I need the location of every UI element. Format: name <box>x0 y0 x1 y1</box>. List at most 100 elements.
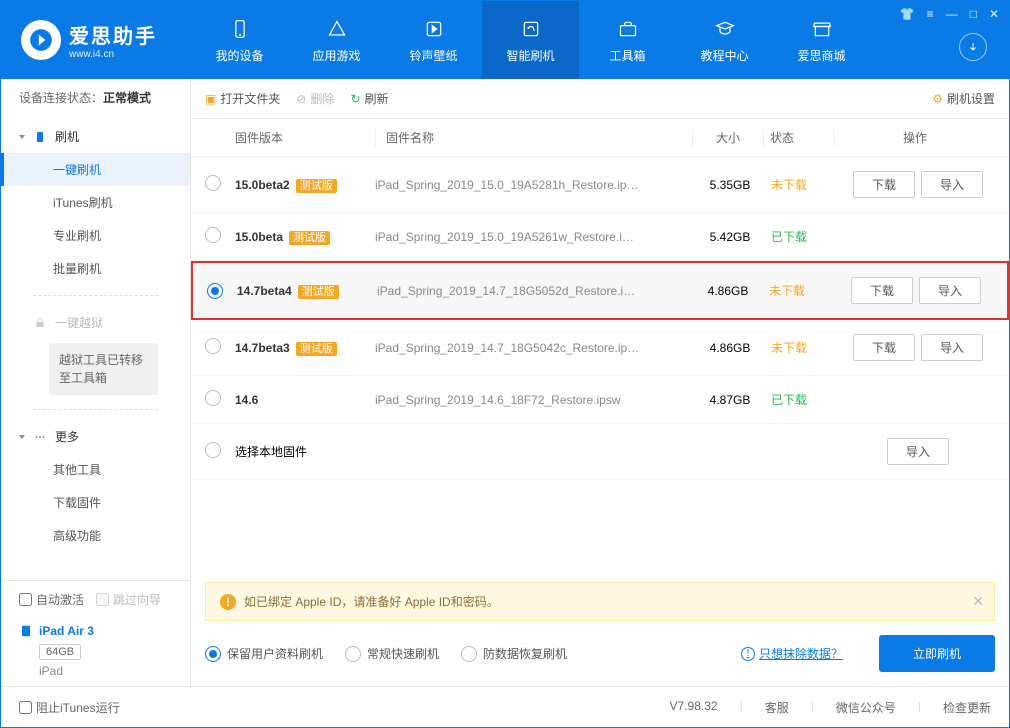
flash-icon <box>519 17 543 41</box>
sidebar-item-advanced[interactable]: 高级功能 <box>1 519 190 552</box>
wechat-link[interactable]: 微信公众号 <box>836 699 896 716</box>
refresh-button[interactable]: ↻刷新 <box>350 90 388 107</box>
nav-my-device[interactable]: 我的设备 <box>191 1 288 79</box>
warning-icon: ! <box>220 594 236 610</box>
radio <box>461 646 477 662</box>
beta-badge: 测试版 <box>298 285 339 299</box>
sidebar-item-download[interactable]: 下载固件 <box>1 486 190 519</box>
firmware-version: 14.6 <box>235 393 258 407</box>
more-icon <box>33 430 47 444</box>
header: 爱思助手 www.i4.cn 我的设备 应用游戏 铃声壁纸 智能刷机 工具箱 教… <box>1 1 1009 79</box>
firmware-row[interactable]: 14.6iPad_Spring_2019_14.6_18F72_Restore.… <box>191 376 1009 424</box>
download-button[interactable]: 下载 <box>853 171 915 198</box>
download-button[interactable]: 下载 <box>851 277 913 304</box>
check-update-link[interactable]: 检查更新 <box>943 699 991 716</box>
firmware-status: 已下载 <box>765 228 835 245</box>
sidebar-item-pro[interactable]: 专业刷机 <box>1 219 190 252</box>
firmware-size: 4.86GB <box>695 341 765 355</box>
radio <box>205 646 221 662</box>
logo-url: www.i4.cn <box>69 49 157 60</box>
firmware-size: 5.42GB <box>695 230 765 244</box>
nav-ringtone[interactable]: 铃声壁纸 <box>385 1 482 79</box>
firmware-row[interactable]: 14.7beta4测试版iPad_Spring_2019_14.7_18G505… <box>191 261 1009 320</box>
local-firmware-row[interactable]: 选择本地固件 导入 <box>191 424 1009 480</box>
radio[interactable] <box>205 390 221 406</box>
flash-settings-button[interactable]: ⚙刷机设置 <box>932 90 995 107</box>
main-panel: ▣打开文件夹 ⊘删除 ↻刷新 ⚙刷机设置 固件版本 固件名称 大小 状态 操作 … <box>191 79 1009 686</box>
device-storage: 64GB <box>39 644 81 660</box>
sidebar-item-itunes[interactable]: iTunes刷机 <box>1 186 190 219</box>
nav-store[interactable]: 爱思商城 <box>773 1 870 79</box>
erase-data-link[interactable]: !只想抹除数据？ <box>741 645 843 662</box>
radio[interactable] <box>205 338 221 354</box>
window-controls: 👕 ≡ — □ ✕ <box>898 5 1001 23</box>
firmware-size: 4.87GB <box>695 393 765 407</box>
customer-service-link[interactable]: 客服 <box>765 699 789 716</box>
opt-normal[interactable]: 常规快速刷机 <box>345 645 439 662</box>
logo-title: 爱思助手 <box>69 20 157 49</box>
radio[interactable] <box>205 227 221 243</box>
connection-status: 设备连接状态：正常模式 <box>1 79 190 116</box>
firmware-row[interactable]: 15.0beta测试版iPad_Spring_2019_15.0_19A5261… <box>191 213 1009 261</box>
radio[interactable] <box>205 175 221 191</box>
sidebar-head-flash[interactable]: 刷机 <box>1 120 190 153</box>
import-button[interactable]: 导入 <box>921 171 983 198</box>
close-icon[interactable]: ✕ <box>972 593 984 610</box>
opt-anti-recovery[interactable]: 防数据恢复刷机 <box>461 645 567 662</box>
win-close-icon[interactable]: ✕ <box>987 5 1001 23</box>
sidebar-head-more[interactable]: 更多 <box>1 420 190 453</box>
firmware-row[interactable]: 15.0beta2 测试版 iPad_Spring_2019_15.0_19A528… <box>191 157 1009 213</box>
sidebar: 设备连接状态：正常模式 刷机 一键刷机 iTunes刷机 专业刷机 批量刷机 一… <box>1 79 191 686</box>
import-button[interactable]: 导入 <box>919 277 981 304</box>
delete-button: ⊘删除 <box>296 90 334 107</box>
nav-tutorial[interactable]: 教程中心 <box>676 1 773 79</box>
sidebar-item-oneclick[interactable]: 一键刷机 <box>1 153 190 186</box>
download-button[interactable]: 下载 <box>853 334 915 361</box>
opt-keep-data[interactable]: 保留用户资料刷机 <box>205 645 323 662</box>
win-menu-icon[interactable]: ≡ <box>925 5 936 23</box>
top-nav: 我的设备 应用游戏 铃声壁纸 智能刷机 工具箱 教程中心 爱思商城 <box>191 1 870 79</box>
firmware-name: iPad_Spring_2019_15.0_19A5281h_Restore.i… <box>375 178 695 192</box>
toolbox-icon <box>616 17 640 41</box>
device-name[interactable]: iPad Air 3 <box>1 618 190 644</box>
gear-icon: ⚙ <box>932 92 943 106</box>
firmware-version: 14.7beta3 <box>235 341 290 355</box>
nav-flash[interactable]: 智能刷机 <box>482 1 579 79</box>
ringtone-icon <box>422 17 446 41</box>
auto-activate-checkbox[interactable]: 自动激活 <box>19 591 84 608</box>
nav-toolbox[interactable]: 工具箱 <box>579 1 676 79</box>
flash-now-button[interactable]: 立即刷机 <box>879 635 995 672</box>
beta-badge: 测试版 <box>296 179 337 193</box>
sidebar-item-batch[interactable]: 批量刷机 <box>1 252 190 285</box>
radio[interactable] <box>207 283 223 299</box>
firmware-version: 15.0beta2 <box>235 178 290 192</box>
flash-options: 保留用户资料刷机 常规快速刷机 防数据恢复刷机 !只想抹除数据？ 立即刷机 <box>191 621 1009 686</box>
firmware-status: 未下载 <box>765 339 835 356</box>
device-type: iPad <box>39 664 63 678</box>
win-shirt-icon[interactable]: 👕 <box>898 5 917 23</box>
device-box: 自动激活 跳过向导 iPad Air 3 64GB iPad <box>1 580 190 686</box>
win-minimize-icon[interactable]: — <box>944 5 960 23</box>
tutorial-icon <box>713 17 737 41</box>
version-label: V7.98.32 <box>670 699 718 716</box>
win-maximize-icon[interactable]: □ <box>968 5 979 23</box>
info-icon: ! <box>741 647 755 661</box>
footer: 阻止iTunes运行 V7.98.32 | 客服 | 微信公众号 | 检查更新 <box>1 686 1009 728</box>
chevron-down-icon[interactable] <box>959 33 987 61</box>
firmware-name: iPad_Spring_2019_14.7_18G5042c_Restore.i… <box>375 341 695 355</box>
block-itunes-checkbox[interactable]: 阻止iTunes运行 <box>19 699 120 716</box>
store-icon <box>810 17 834 41</box>
radio[interactable] <box>205 442 221 458</box>
open-folder-button[interactable]: ▣打开文件夹 <box>205 90 280 107</box>
import-button[interactable]: 导入 <box>887 438 949 465</box>
notice-bar: ! 如已绑定 Apple ID，请准备好 Apple ID和密码。 ✕ <box>205 582 995 621</box>
firmware-status: 未下载 <box>765 176 835 193</box>
import-button[interactable]: 导入 <box>921 334 983 361</box>
firmware-name: iPad_Spring_2019_14.7_18G5052d_Restore.i… <box>377 284 693 298</box>
table-header: 固件版本 固件名称 大小 状态 操作 <box>191 119 1009 157</box>
sidebar-item-other[interactable]: 其他工具 <box>1 453 190 486</box>
firmware-row[interactable]: 14.7beta3测试版iPad_Spring_2019_14.7_18G504… <box>191 320 1009 376</box>
skip-guide-checkbox: 跳过向导 <box>96 591 161 608</box>
apps-icon <box>325 17 349 41</box>
nav-apps[interactable]: 应用游戏 <box>288 1 385 79</box>
